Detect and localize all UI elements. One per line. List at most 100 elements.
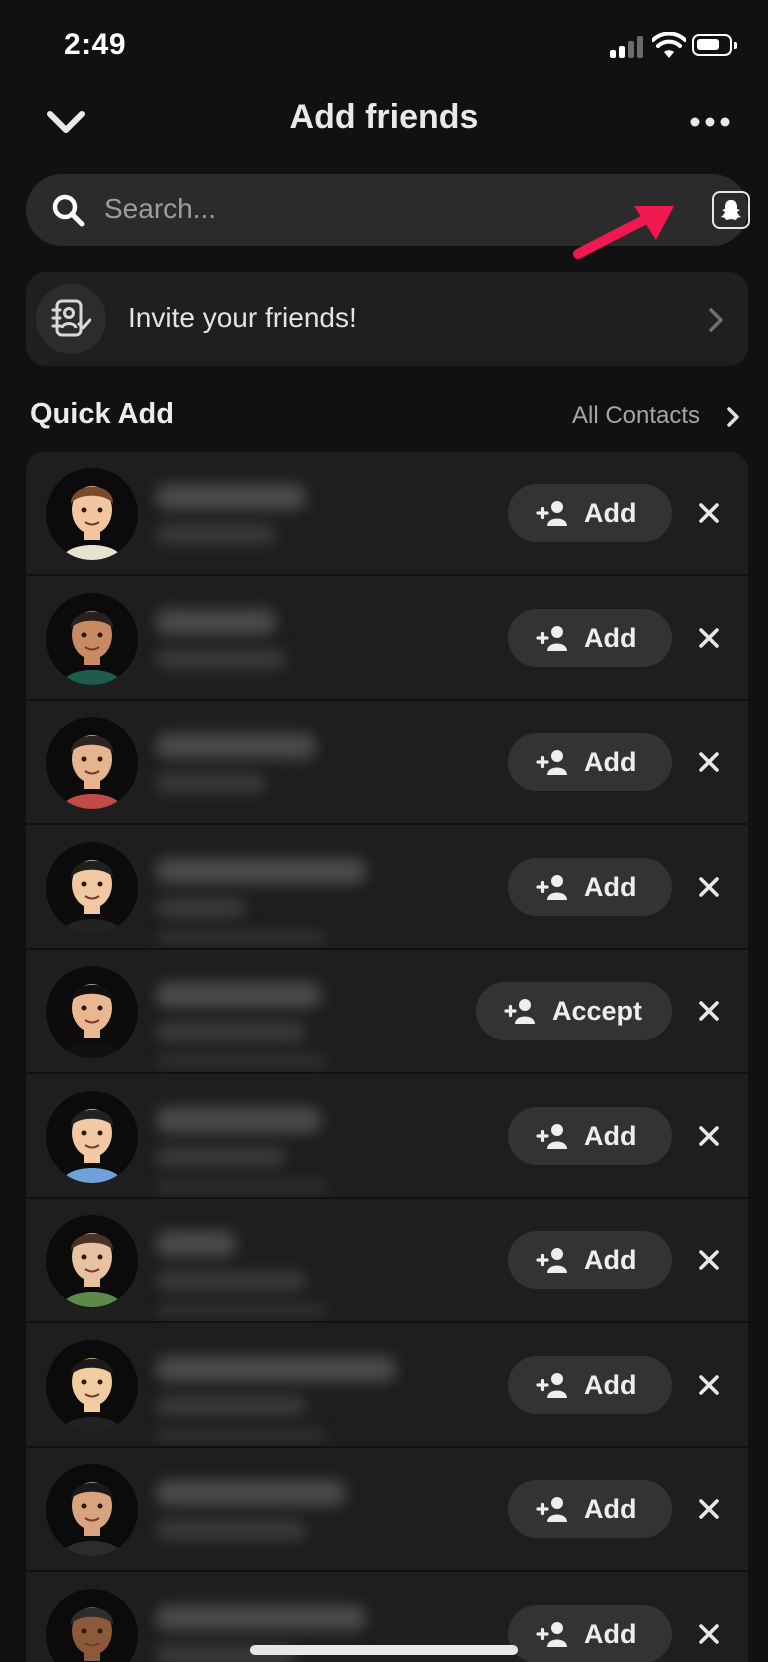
row-divider <box>26 1570 748 1572</box>
blurred-username <box>156 1271 306 1291</box>
accept-button[interactable]: Accept <box>476 982 672 1040</box>
snapcode-icon <box>721 200 741 220</box>
blurred-display-name <box>156 982 321 1008</box>
add-button[interactable]: Add <box>508 1480 672 1538</box>
close-icon[interactable] <box>694 1245 724 1275</box>
avatar[interactable] <box>46 842 138 934</box>
battery-icon <box>692 34 737 56</box>
add-button-label: Add <box>584 747 637 777</box>
avatar[interactable] <box>46 468 138 560</box>
close-icon[interactable] <box>694 623 724 653</box>
close-icon[interactable] <box>694 498 724 528</box>
avatar[interactable] <box>46 966 138 1058</box>
blurred-subtitle <box>156 1303 326 1317</box>
add-button-label: Add <box>584 872 637 902</box>
blurred-subtitle <box>156 1428 326 1442</box>
all-contacts-link[interactable]: All Contacts <box>572 402 700 430</box>
avatar[interactable] <box>46 1340 138 1432</box>
avatar[interactable] <box>46 593 138 685</box>
add-friend-icon <box>536 1124 567 1149</box>
search-icon <box>52 194 85 227</box>
add-button[interactable]: Add <box>508 1356 672 1414</box>
blurred-username <box>156 1396 306 1416</box>
add-friend-icon <box>536 875 567 900</box>
quick-add-list: Add Add Add Add Accept Add Add Add Add Add <box>26 452 748 1662</box>
close-icon[interactable] <box>694 1619 724 1649</box>
row-divider <box>26 574 748 576</box>
quick-add-row[interactable]: Add <box>26 452 748 576</box>
blurred-username <box>156 773 266 793</box>
quick-add-row[interactable]: Accept <box>26 950 748 1074</box>
blurred-display-name <box>156 484 306 510</box>
avatar[interactable] <box>46 1464 138 1556</box>
quick-add-row[interactable]: Add <box>26 701 748 825</box>
blurred-display-name <box>156 1356 396 1382</box>
add-friend-icon <box>504 999 535 1024</box>
add-friend-icon <box>536 1497 567 1522</box>
blurred-subtitle <box>156 1179 326 1193</box>
add-button[interactable]: Add <box>508 733 672 791</box>
add-friend-icon <box>536 1622 567 1647</box>
chevron-right-icon[interactable] <box>726 406 740 428</box>
blurred-username <box>156 898 246 918</box>
add-friend-icon <box>536 750 567 775</box>
close-icon[interactable] <box>694 996 724 1026</box>
add-button-label: Add <box>584 1494 637 1524</box>
avatar[interactable] <box>46 717 138 809</box>
blurred-username <box>156 524 276 544</box>
close-icon[interactable] <box>694 747 724 777</box>
row-divider <box>26 1321 748 1323</box>
contacts-book-icon <box>36 284 106 354</box>
row-divider <box>26 823 748 825</box>
blurred-display-name <box>156 1107 321 1133</box>
add-button-label: Add <box>584 623 637 653</box>
quick-add-row[interactable]: Add <box>26 1199 748 1323</box>
blurred-display-name <box>156 858 366 884</box>
quick-add-row[interactable]: Add <box>26 826 748 950</box>
add-button[interactable]: Add <box>508 609 672 667</box>
add-button-label: Add <box>584 498 637 528</box>
add-friend-icon <box>536 626 567 651</box>
add-button-label: Add <box>584 1121 637 1151</box>
add-button[interactable]: Add <box>508 1605 672 1662</box>
close-icon[interactable] <box>694 1494 724 1524</box>
quick-add-row[interactable]: Add <box>26 1324 748 1448</box>
add-button[interactable]: Add <box>508 1107 672 1165</box>
close-icon[interactable] <box>694 1370 724 1400</box>
quick-add-row[interactable]: Add <box>26 1448 748 1572</box>
quick-add-row[interactable]: Add <box>26 577 748 701</box>
accept-button-label: Accept <box>552 996 643 1026</box>
add-button-label: Add <box>584 1370 637 1400</box>
blurred-display-name <box>156 1231 236 1257</box>
add-button-label: Add <box>584 1245 637 1275</box>
cellular-signal-icon <box>610 36 646 58</box>
add-friend-icon <box>536 501 567 526</box>
blurred-display-name <box>156 1605 366 1631</box>
quick-add-title: Quick Add <box>30 398 174 430</box>
blurred-display-name <box>156 733 316 759</box>
status-bar: 2:49 <box>0 0 768 92</box>
add-friend-icon <box>536 1373 567 1398</box>
add-button[interactable]: Add <box>508 1231 672 1289</box>
home-indicator[interactable] <box>250 1645 518 1655</box>
add-button-label: Add <box>584 1619 637 1649</box>
blurred-display-name <box>156 609 276 635</box>
row-divider <box>26 1072 748 1074</box>
avatar[interactable] <box>46 1091 138 1183</box>
add-friend-icon <box>536 1248 567 1273</box>
chevron-right-icon <box>709 308 723 332</box>
quick-add-row[interactable]: Add <box>26 1075 748 1199</box>
snapcode-scan-button[interactable] <box>712 191 750 229</box>
annotation-arrow-icon <box>573 206 674 259</box>
invite-friends-card[interactable]: Invite your friends! <box>26 272 748 366</box>
avatar[interactable] <box>46 1589 138 1662</box>
close-icon[interactable] <box>694 872 724 902</box>
add-button[interactable]: Add <box>508 858 672 916</box>
invite-friends-label: Invite your friends! <box>128 302 357 333</box>
page-title: Add friends <box>289 98 479 136</box>
add-button[interactable]: Add <box>508 484 672 542</box>
avatar[interactable] <box>46 1215 138 1307</box>
search-input[interactable]: Search... <box>104 193 216 225</box>
more-icon[interactable] <box>688 102 732 142</box>
close-icon[interactable] <box>694 1121 724 1151</box>
